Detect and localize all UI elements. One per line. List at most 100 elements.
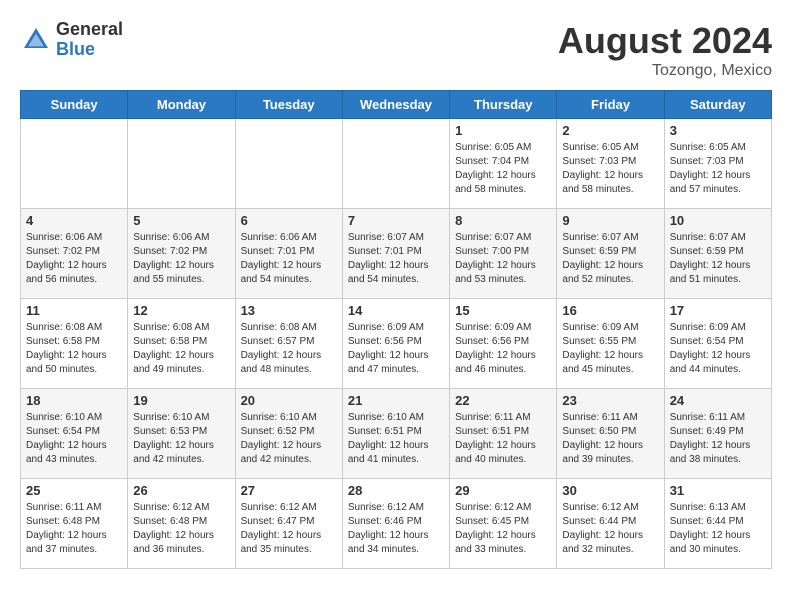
calendar-cell: 2 Sunrise: 6:05 AM Sunset: 7:03 PM Daylig… bbox=[557, 119, 664, 209]
day-number: 2 bbox=[562, 123, 658, 138]
calendar-cell: 13 Sunrise: 6:08 AM Sunset: 6:57 PM Dayli… bbox=[235, 299, 342, 389]
day-number: 16 bbox=[562, 303, 658, 318]
week-row-5: 25 Sunrise: 6:11 AM Sunset: 6:48 PM Dayli… bbox=[21, 479, 772, 569]
calendar-cell: 1Sunrise: 6:05 AM Sunset: 7:04 PM Daylig… bbox=[450, 119, 557, 209]
logo: General Blue bbox=[20, 20, 123, 60]
col-header-wednesday: Wednesday bbox=[342, 91, 449, 119]
day-info: Sunrise: 6:06 AM Sunset: 7:02 PM Dayligh… bbox=[133, 231, 229, 287]
day-info: Sunrise: 6:05 AM Sunset: 7:04 PM Dayligh… bbox=[455, 141, 551, 197]
day-info: Sunrise: 6:12 AM Sunset: 6:47 PM Dayligh… bbox=[241, 501, 337, 557]
calendar-cell: 7Sunrise: 6:07 AM Sunset: 7:01 PM Daylig… bbox=[342, 209, 449, 299]
week-row-1: 1Sunrise: 6:05 AM Sunset: 7:04 PM Daylig… bbox=[21, 119, 772, 209]
day-info: Sunrise: 6:11 AM Sunset: 6:49 PM Dayligh… bbox=[670, 411, 766, 467]
day-number: 4 bbox=[26, 213, 122, 228]
calendar-cell: 21 Sunrise: 6:10 AM Sunset: 6:51 PM Dayli… bbox=[342, 389, 449, 479]
col-header-tuesday: Tuesday bbox=[235, 91, 342, 119]
calendar-cell: 15 Sunrise: 6:09 AM Sunset: 6:56 PM Dayli… bbox=[450, 299, 557, 389]
calendar-cell bbox=[21, 119, 128, 209]
day-number: 21 bbox=[348, 393, 444, 408]
week-row-3: 11Sunrise: 6:08 AM Sunset: 6:58 PM Dayli… bbox=[21, 299, 772, 389]
day-number: 18 bbox=[26, 393, 122, 408]
calendar-cell: 8Sunrise: 6:07 AM Sunset: 7:00 PM Daylig… bbox=[450, 209, 557, 299]
day-number: 17 bbox=[670, 303, 766, 318]
day-info: Sunrise: 6:10 AM Sunset: 6:54 PM Dayligh… bbox=[26, 411, 122, 467]
week-row-2: 4 Sunrise: 6:06 AM Sunset: 7:02 PM Daylig… bbox=[21, 209, 772, 299]
col-header-thursday: Thursday bbox=[450, 91, 557, 119]
calendar-cell: 14Sunrise: 6:09 AM Sunset: 6:56 PM Dayli… bbox=[342, 299, 449, 389]
calendar-cell: 16 Sunrise: 6:09 AM Sunset: 6:55 PM Dayli… bbox=[557, 299, 664, 389]
calendar-cell: 12 Sunrise: 6:08 AM Sunset: 6:58 PM Dayli… bbox=[128, 299, 235, 389]
day-info: Sunrise: 6:07 AM Sunset: 7:00 PM Dayligh… bbox=[455, 231, 551, 287]
month-title: August 2024 bbox=[558, 20, 772, 62]
day-info: Sunrise: 6:10 AM Sunset: 6:52 PM Dayligh… bbox=[241, 411, 337, 467]
calendar-cell: 10Sunrise: 6:07 AM Sunset: 6:59 PM Dayli… bbox=[664, 209, 771, 299]
calendar-cell bbox=[128, 119, 235, 209]
day-info: Sunrise: 6:10 AM Sunset: 6:51 PM Dayligh… bbox=[348, 411, 444, 467]
day-number: 6 bbox=[241, 213, 337, 228]
day-info: Sunrise: 6:07 AM Sunset: 7:01 PM Dayligh… bbox=[348, 231, 444, 287]
day-number: 23 bbox=[562, 393, 658, 408]
col-header-sunday: Sunday bbox=[21, 91, 128, 119]
calendar-cell: 26Sunrise: 6:12 AM Sunset: 6:48 PM Dayli… bbox=[128, 479, 235, 569]
day-info: Sunrise: 6:11 AM Sunset: 6:51 PM Dayligh… bbox=[455, 411, 551, 467]
title-block: August 2024 Tozongo, Mexico bbox=[558, 20, 772, 80]
day-number: 24 bbox=[670, 393, 766, 408]
day-info: Sunrise: 6:12 AM Sunset: 6:45 PM Dayligh… bbox=[455, 501, 551, 557]
day-info: Sunrise: 6:11 AM Sunset: 6:50 PM Dayligh… bbox=[562, 411, 658, 467]
day-number: 31 bbox=[670, 483, 766, 498]
day-number: 15 bbox=[455, 303, 551, 318]
calendar-cell: 17 Sunrise: 6:09 AM Sunset: 6:54 PM Dayli… bbox=[664, 299, 771, 389]
calendar-cell: 24 Sunrise: 6:11 AM Sunset: 6:49 PM Dayli… bbox=[664, 389, 771, 479]
calendar-cell: 27Sunrise: 6:12 AM Sunset: 6:47 PM Dayli… bbox=[235, 479, 342, 569]
calendar-cell: 25 Sunrise: 6:11 AM Sunset: 6:48 PM Dayli… bbox=[21, 479, 128, 569]
day-info: Sunrise: 6:06 AM Sunset: 7:02 PM Dayligh… bbox=[26, 231, 122, 287]
day-number: 12 bbox=[133, 303, 229, 318]
logo-blue: Blue bbox=[56, 40, 123, 60]
day-number: 9 bbox=[562, 213, 658, 228]
day-info: Sunrise: 6:08 AM Sunset: 6:58 PM Dayligh… bbox=[133, 321, 229, 377]
calendar-cell: 31 Sunrise: 6:13 AM Sunset: 6:44 PM Dayli… bbox=[664, 479, 771, 569]
logo-text: General Blue bbox=[56, 20, 123, 60]
calendar-cell: 4 Sunrise: 6:06 AM Sunset: 7:02 PM Daylig… bbox=[21, 209, 128, 299]
calendar-cell: 19Sunrise: 6:10 AM Sunset: 6:53 PM Dayli… bbox=[128, 389, 235, 479]
day-number: 25 bbox=[26, 483, 122, 498]
col-header-saturday: Saturday bbox=[664, 91, 771, 119]
day-number: 5 bbox=[133, 213, 229, 228]
day-number: 3 bbox=[670, 123, 766, 138]
calendar-cell: 3Sunrise: 6:05 AM Sunset: 7:03 PM Daylig… bbox=[664, 119, 771, 209]
day-number: 22 bbox=[455, 393, 551, 408]
day-number: 14 bbox=[348, 303, 444, 318]
day-info: Sunrise: 6:06 AM Sunset: 7:01 PM Dayligh… bbox=[241, 231, 337, 287]
day-number: 30 bbox=[562, 483, 658, 498]
day-number: 26 bbox=[133, 483, 229, 498]
calendar-cell: 30 Sunrise: 6:12 AM Sunset: 6:44 PM Dayli… bbox=[557, 479, 664, 569]
logo-icon bbox=[20, 24, 52, 56]
day-info: Sunrise: 6:13 AM Sunset: 6:44 PM Dayligh… bbox=[670, 501, 766, 557]
day-info: Sunrise: 6:10 AM Sunset: 6:53 PM Dayligh… bbox=[133, 411, 229, 467]
calendar-cell: 18 Sunrise: 6:10 AM Sunset: 6:54 PM Dayli… bbox=[21, 389, 128, 479]
day-info: Sunrise: 6:09 AM Sunset: 6:55 PM Dayligh… bbox=[562, 321, 658, 377]
day-info: Sunrise: 6:09 AM Sunset: 6:56 PM Dayligh… bbox=[455, 321, 551, 377]
calendar-cell: 6 Sunrise: 6:06 AM Sunset: 7:01 PM Daylig… bbox=[235, 209, 342, 299]
col-header-monday: Monday bbox=[128, 91, 235, 119]
day-info: Sunrise: 6:11 AM Sunset: 6:48 PM Dayligh… bbox=[26, 501, 122, 557]
day-info: Sunrise: 6:09 AM Sunset: 6:54 PM Dayligh… bbox=[670, 321, 766, 377]
day-number: 20 bbox=[241, 393, 337, 408]
calendar-cell: 29Sunrise: 6:12 AM Sunset: 6:45 PM Dayli… bbox=[450, 479, 557, 569]
day-number: 13 bbox=[241, 303, 337, 318]
calendar-cell: 11Sunrise: 6:08 AM Sunset: 6:58 PM Dayli… bbox=[21, 299, 128, 389]
calendar-cell: 22 Sunrise: 6:11 AM Sunset: 6:51 PM Dayli… bbox=[450, 389, 557, 479]
calendar-cell: 28Sunrise: 6:12 AM Sunset: 6:46 PM Dayli… bbox=[342, 479, 449, 569]
page-header: General Blue August 2024 Tozongo, Mexico bbox=[20, 20, 772, 80]
calendar-cell bbox=[235, 119, 342, 209]
day-info: Sunrise: 6:07 AM Sunset: 6:59 PM Dayligh… bbox=[670, 231, 766, 287]
day-info: Sunrise: 6:08 AM Sunset: 6:57 PM Dayligh… bbox=[241, 321, 337, 377]
calendar-cell: 9Sunrise: 6:07 AM Sunset: 6:59 PM Daylig… bbox=[557, 209, 664, 299]
day-info: Sunrise: 6:05 AM Sunset: 7:03 PM Dayligh… bbox=[562, 141, 658, 197]
week-row-4: 18 Sunrise: 6:10 AM Sunset: 6:54 PM Dayli… bbox=[21, 389, 772, 479]
day-info: Sunrise: 6:12 AM Sunset: 6:44 PM Dayligh… bbox=[562, 501, 658, 557]
calendar-table: SundayMondayTuesdayWednesdayThursdayFrid… bbox=[20, 90, 772, 569]
calendar-cell: 5 Sunrise: 6:06 AM Sunset: 7:02 PM Daylig… bbox=[128, 209, 235, 299]
logo-general: General bbox=[56, 20, 123, 40]
calendar-cell: 23 Sunrise: 6:11 AM Sunset: 6:50 PM Dayli… bbox=[557, 389, 664, 479]
